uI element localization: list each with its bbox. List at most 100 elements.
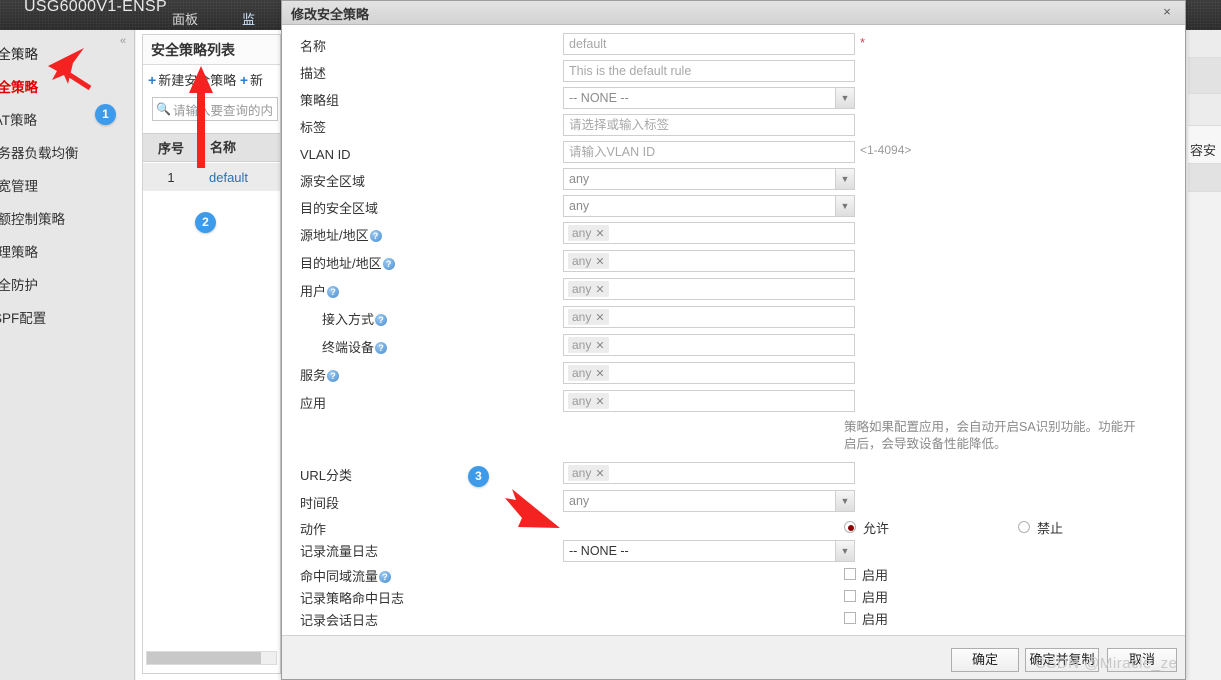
vlan-id-range-hint: <1-4094> <box>860 143 912 157</box>
table-row[interactable]: 1 default <box>143 163 280 191</box>
destination-address-tagbox[interactable]: any ✕ <box>563 250 855 272</box>
help-icon[interactable]: ? <box>382 258 395 270</box>
new-security-policy-button[interactable]: 新建安全策略 <box>158 73 236 88</box>
policy-hit-log-checkbox[interactable]: 启用 <box>844 585 888 607</box>
label-access-method: 接入方式? <box>322 306 388 334</box>
help-icon[interactable]: ? <box>375 314 388 326</box>
tag-chip: any ✕ <box>568 281 609 297</box>
field-row-description: 描述 This is the default rule <box>282 60 1185 88</box>
checkbox-icon[interactable] <box>844 612 856 624</box>
tag-remove-icon[interactable]: ✕ <box>595 340 604 352</box>
dialog-title: 修改安全策略 <box>291 7 370 22</box>
label-source-zone: 源安全区域 <box>300 174 366 189</box>
description-input[interactable]: This is the default rule <box>563 60 855 82</box>
vlan-id-input[interactable]: 请输入VLAN ID <box>563 141 855 163</box>
help-icon[interactable]: ? <box>327 370 340 382</box>
sidebar-item-aspf-config[interactable]: ASPF配置 <box>0 302 134 335</box>
tag-remove-icon[interactable]: ✕ <box>595 468 604 480</box>
field-row-traffic-log: 记录流量日志 -- NONE -- ▼ <box>282 538 1185 566</box>
field-row-access-method: 接入方式? any ✕ <box>282 306 1185 334</box>
time-range-select[interactable]: any ▼ <box>563 490 855 512</box>
bg-strip-3 <box>1188 94 1221 126</box>
left-sidebar: « 安全策略 安全策略 NAT策略 服务器负载均衡 带宽管理 配额控制策略 代理… <box>0 30 135 680</box>
column-header-index: 序号 <box>157 141 184 156</box>
access-method-tagbox[interactable]: any ✕ <box>563 306 855 328</box>
terminal-device-tagbox[interactable]: any ✕ <box>563 334 855 356</box>
chevron-down-icon: ▼ <box>835 196 854 216</box>
tag-remove-icon[interactable]: ✕ <box>595 396 604 408</box>
destination-zone-select[interactable]: any ▼ <box>563 195 855 217</box>
action-radio-deny[interactable]: 禁止 <box>1018 516 1063 538</box>
tab-panel[interactable]: 面板 <box>172 9 198 28</box>
label-time-range: 时间段 <box>300 496 340 511</box>
traffic-log-value: -- NONE -- <box>569 544 629 558</box>
field-row-vlan-id: VLAN ID 请输入VLAN ID <1-4094> <box>282 141 1185 169</box>
tag-label: any <box>572 338 592 352</box>
tag-remove-icon[interactable]: ✕ <box>595 368 604 380</box>
tag-chip: any ✕ <box>568 225 609 241</box>
tag-remove-icon[interactable]: ✕ <box>595 228 604 240</box>
tag-chip: any ✕ <box>568 365 609 381</box>
sidebar-item-server-load-balance[interactable]: 服务器负载均衡 <box>0 137 134 170</box>
radio-permit-icon[interactable] <box>844 521 856 533</box>
application-tagbox[interactable]: any ✕ <box>563 390 855 412</box>
label-tag: 标签 <box>300 120 327 135</box>
sidebar-item-security-policy[interactable]: 安全策略 <box>0 71 134 104</box>
help-icon[interactable]: ? <box>375 342 388 354</box>
sidebar-item-security-protection[interactable]: 安全防护 <box>0 269 134 302</box>
policy-table-header: 序号 名称 <box>143 133 280 162</box>
field-row-policy-group: 策略组 -- NONE -- ▼ <box>282 87 1185 115</box>
field-row-application: 应用 any ✕ <box>282 390 1185 418</box>
sidebar-item-proxy-policy[interactable]: 代理策略 <box>0 236 134 269</box>
row-index: 1 <box>167 169 175 185</box>
top-navigation[interactable]: 面板 监 <box>172 9 255 28</box>
session-log-checkbox[interactable]: 启用 <box>844 607 888 629</box>
bg-strip-1 <box>1188 30 1221 58</box>
checkbox-icon[interactable] <box>844 590 856 602</box>
service-tagbox[interactable]: any ✕ <box>563 362 855 384</box>
source-zone-select[interactable]: any ▼ <box>563 168 855 190</box>
source-zone-value: any <box>569 172 590 186</box>
help-icon[interactable]: ? <box>369 230 382 242</box>
user-tagbox[interactable]: any ✕ <box>563 278 855 300</box>
chevron-down-icon: ▼ <box>835 88 854 108</box>
tag-chip: any ✕ <box>568 253 609 269</box>
column-header-name: 名称 <box>199 139 236 156</box>
tab-monitor[interactable]: 监 <box>242 9 255 28</box>
tag-remove-icon[interactable]: ✕ <box>595 284 604 296</box>
close-icon[interactable]: × <box>1159 4 1175 20</box>
policy-group-select[interactable]: -- NONE -- ▼ <box>563 87 855 109</box>
url-category-tagbox[interactable]: any ✕ <box>563 462 855 484</box>
tag-label: any <box>572 310 592 324</box>
field-row-time-range: 时间段 any ▼ <box>282 490 1185 518</box>
name-input[interactable]: default <box>563 33 855 55</box>
row-policy-name-link[interactable]: default <box>199 170 248 185</box>
ok-button[interactable]: 确定 <box>951 648 1019 672</box>
required-marker: * <box>860 35 866 50</box>
label-name: 名称 <box>300 39 327 54</box>
action-radio-permit[interactable]: 允许 <box>844 516 889 538</box>
help-icon[interactable]: ? <box>327 286 340 298</box>
tag-remove-icon[interactable]: ✕ <box>595 256 604 268</box>
label-policy-group: 策略组 <box>300 93 340 108</box>
dialog-body: 名称 default * 描述 This is the default rule… <box>282 26 1185 635</box>
tag-input[interactable]: 请选择或输入标签 <box>563 114 855 136</box>
field-row-source-address: 源地址/地区? any ✕ <box>282 222 1185 250</box>
help-icon[interactable]: ? <box>379 571 392 583</box>
policy-list-title: 安全策略列表 <box>143 35 280 65</box>
new-secondary-button[interactable]: 新 <box>250 73 263 88</box>
policy-search-box[interactable]: 🔍 请输入要查询的内 <box>152 97 278 121</box>
sidebar-item-bandwidth-management[interactable]: 带宽管理 <box>0 170 134 203</box>
same-zone-traffic-checkbox[interactable]: 启用 <box>844 563 888 585</box>
label-source-address: 源地址/地区? <box>300 222 382 250</box>
tag-remove-icon[interactable]: ✕ <box>595 312 604 324</box>
horizontal-scrollbar[interactable] <box>146 651 277 665</box>
sidebar-item-quota-control-policy[interactable]: 配额控制策略 <box>0 203 134 236</box>
checkbox-label: 启用 <box>862 589 889 605</box>
traffic-log-select[interactable]: -- NONE -- ▼ <box>563 540 855 562</box>
radio-deny-icon[interactable] <box>1018 521 1030 533</box>
chevron-down-icon: ▼ <box>835 491 854 511</box>
plus-icon-secondary: + <box>239 72 249 88</box>
checkbox-icon[interactable] <box>844 568 856 580</box>
source-address-tagbox[interactable]: any ✕ <box>563 222 855 244</box>
